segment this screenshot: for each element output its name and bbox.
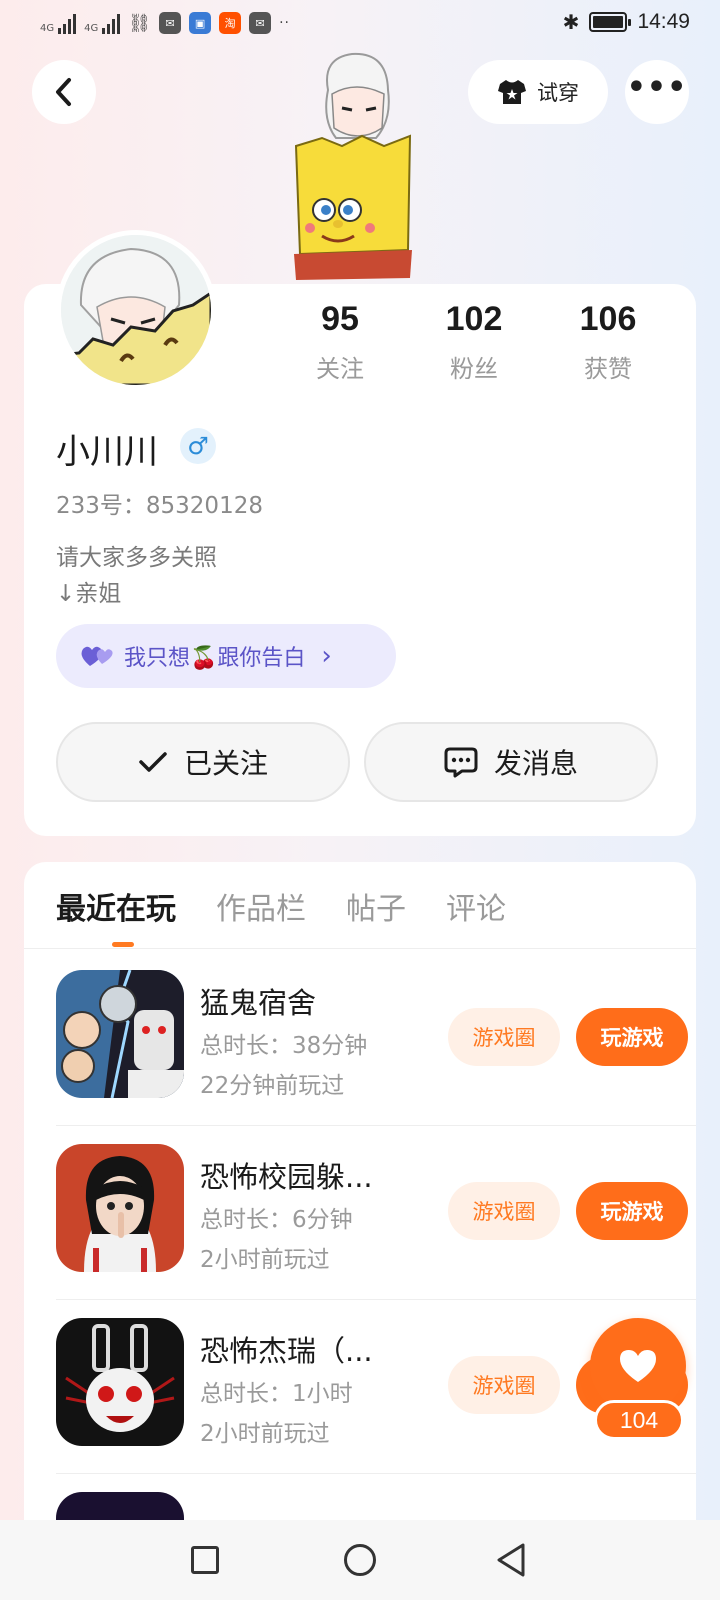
stat-followers-label: 粉丝 <box>450 355 498 383</box>
male-gender-icon: ♂ <box>180 428 216 464</box>
status-bar: 4G 4G ⛓ ✉ ▣ 淘 ✉ ·· ✱ 14:49 <box>0 0 720 48</box>
more-options-button[interactable]: ••• <box>625 60 689 124</box>
tab-comments[interactable]: 评论 <box>446 884 506 934</box>
bio-line-1: 请大家多多关照 <box>56 545 217 571</box>
dress-up-figure <box>294 52 412 280</box>
confess-button[interactable]: 我只想🍒跟你告白 › <box>56 624 396 688</box>
chevron-left-icon <box>56 78 71 106</box>
mail-notification-icon: ✉ <box>159 12 182 34</box>
play-game-button[interactable]: 玩游戏 <box>576 1008 688 1066</box>
username: 小川川 <box>56 432 158 472</box>
game-circle-button[interactable]: 游戏圈 <box>448 1182 560 1240</box>
hearts-icon <box>81 646 113 666</box>
stat-following-value: 95 <box>321 300 359 338</box>
check-icon <box>139 752 167 772</box>
heart-icon <box>620 1350 656 1382</box>
bluetooth-icon: ✱ <box>562 10 580 34</box>
battery-icon <box>589 12 632 32</box>
game-cover-image <box>56 1318 184 1446</box>
profile-card: 95 关注 102 粉丝 106 获赞 小川川 ♂ 233号：85320128 … <box>24 230 696 836</box>
game-total-time: 总时长：6分钟 <box>200 1207 353 1233</box>
play-game-button[interactable]: 玩游戏 <box>576 1182 688 1240</box>
back-button[interactable] <box>32 60 96 124</box>
game-cover-image <box>56 970 184 1098</box>
app-notification-icon: ▣ <box>189 12 212 34</box>
stat-following-label: 关注 <box>316 355 364 383</box>
game-row[interactable]: 恐怖校园躲... 总时长：6分钟 2小时前玩过 游戏圈 玩游戏 <box>56 1124 696 1300</box>
like-count: 104 <box>594 1400 684 1440</box>
message-label: 发消息 <box>493 747 578 780</box>
signal-icon-1: 4G <box>40 12 77 34</box>
system-nav-bar <box>0 1520 720 1600</box>
mail-notification-icon-2: ✉ <box>249 12 272 34</box>
signal-icon-2: 4G <box>84 12 121 34</box>
bio: 请大家多多关照 ↓亲姐 <box>56 540 217 612</box>
game-circle-button[interactable]: 游戏圈 <box>448 1356 560 1414</box>
stat-likes-value: 106 <box>579 300 637 338</box>
avatar-image <box>61 235 211 385</box>
try-on-label: 试穿 <box>537 81 579 105</box>
game-total-time: 总时长：38分钟 <box>200 1033 368 1059</box>
more-dots-icon: ••• <box>626 69 688 105</box>
stat-following[interactable]: 95 关注 <box>280 300 400 384</box>
tab-bar: 最近在玩 作品栏 帖子 评论 <box>56 884 506 934</box>
following-label: 已关注 <box>183 747 268 780</box>
clock: 14:49 <box>637 10 690 33</box>
chevron-right-icon: › <box>321 641 332 671</box>
recent-apps-button[interactable] <box>191 1546 219 1574</box>
tab-posts[interactable]: 帖子 <box>346 884 406 934</box>
game-cover-image <box>56 1144 184 1272</box>
game-circle-button[interactable]: 游戏圈 <box>448 1008 560 1066</box>
shirt-icon <box>498 80 526 104</box>
tabs-divider <box>24 948 696 949</box>
status-left: 4G 4G ⛓ ✉ ▣ 淘 ✉ ·· <box>40 12 290 34</box>
following-button[interactable]: 已关注 <box>56 722 350 802</box>
game-name: 恐怖校园躲... <box>200 1160 373 1194</box>
game-icon <box>56 1318 184 1446</box>
stat-likes-label: 获赞 <box>584 355 632 383</box>
game-name: 恐怖杰瑞（... <box>200 1334 373 1368</box>
link-notification-icon: ⛓ <box>128 12 152 34</box>
game-icon <box>56 1144 184 1272</box>
status-right: ✱ 14:49 <box>563 10 690 34</box>
tab-recently-played[interactable]: 最近在玩 <box>56 884 176 934</box>
user-id: 233号：85320128 <box>56 493 263 519</box>
confess-label: 我只想🍒跟你告白 <box>124 646 306 671</box>
game-row[interactable]: 猛鬼宿舍 总时长：38分钟 22分钟前玩过 游戏圈 玩游戏 <box>56 950 696 1126</box>
stat-followers-value: 102 <box>445 300 503 338</box>
game-last-played: 2小时前玩过 <box>200 1247 330 1273</box>
stat-likes[interactable]: 106 获赞 <box>548 300 668 384</box>
network-type-1: 4G <box>40 23 55 34</box>
bio-line-2: ↓亲姐 <box>56 581 122 607</box>
stat-followers[interactable]: 102 粉丝 <box>414 300 534 384</box>
tab-works[interactable]: 作品栏 <box>216 884 306 934</box>
game-last-played: 2小时前玩过 <box>200 1421 330 1447</box>
more-notifications-icon: ·· <box>279 15 291 31</box>
game-total-time: 总时长：1小时 <box>200 1381 353 1407</box>
home-button[interactable] <box>344 1544 376 1576</box>
game-name: 猛鬼宿舍 <box>200 986 317 1020</box>
content-card: 最近在玩 作品栏 帖子 评论 猛鬼宿舍 总时长：38分钟 22分钟前玩过 游戏圈 <box>24 862 696 1600</box>
game-last-played: 22分钟前玩过 <box>200 1073 345 1099</box>
game-icon <box>56 970 184 1098</box>
try-on-button[interactable]: 试穿 <box>468 60 608 124</box>
message-button[interactable]: 发消息 <box>364 722 658 802</box>
chat-bubble-icon <box>444 747 478 778</box>
active-tab-indicator <box>112 942 134 947</box>
taobao-notification-icon: 淘 <box>219 12 242 34</box>
avatar[interactable] <box>56 230 216 390</box>
system-back-button[interactable] <box>495 1542 527 1578</box>
network-type-2: 4G <box>84 23 99 34</box>
